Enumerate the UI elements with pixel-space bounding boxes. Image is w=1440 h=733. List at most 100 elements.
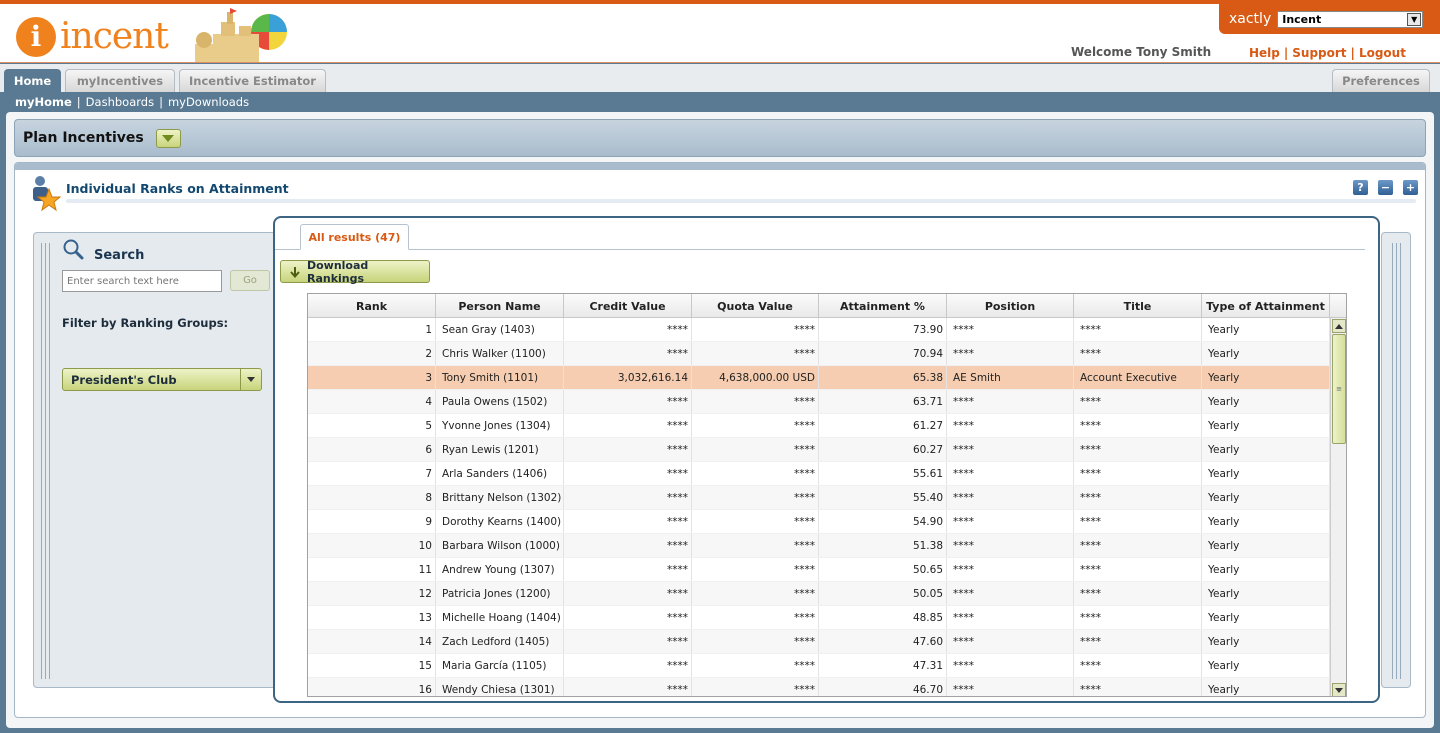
incent-logo[interactable]: i incent — [16, 16, 169, 57]
cell-rank: 16 — [308, 678, 436, 696]
cell-attainment-type: Yearly — [1202, 462, 1330, 485]
column-header-attainment[interactable]: Attainment % — [819, 294, 947, 318]
cell-position: **** — [947, 414, 1074, 437]
subnav-dashboards[interactable]: Dashboards — [86, 95, 154, 109]
table-row[interactable]: 5 Yvonne Jones (1304) **** **** 61.27 **** ***… — [308, 414, 1330, 438]
vertical-scrollbar[interactable]: ≡ — [1330, 318, 1346, 696]
tab-myincentives[interactable]: myIncentives — [65, 69, 175, 92]
table-row[interactable]: 11 Andrew Young (1307) **** **** 50.65 **** **… — [308, 558, 1330, 582]
search-icon — [63, 239, 84, 260]
column-header-quota-value[interactable]: Quota Value — [692, 294, 819, 318]
cell-position: **** — [947, 654, 1074, 677]
table-row[interactable]: 6 Ryan Lewis (1201) **** **** 60.27 **** **** Y… — [308, 438, 1330, 462]
cell-rank: 14 — [308, 630, 436, 653]
cell-person-name: Sean Gray (1403) — [436, 318, 564, 341]
cell-attainment: 70.94 — [819, 342, 947, 365]
cell-quota-value: **** — [692, 534, 819, 557]
person-star-icon — [33, 176, 61, 212]
table-row[interactable]: 16 Wendy Chiesa (1301) **** **** 46.70 **** **… — [308, 678, 1330, 696]
cell-credit-value: 3,032,616.14 — [564, 366, 692, 389]
cell-attainment: 55.40 — [819, 486, 947, 509]
cell-attainment-type: Yearly — [1202, 582, 1330, 605]
cell-position: **** — [947, 582, 1074, 605]
column-header-attainment-type[interactable]: Type of Attainment — [1202, 294, 1330, 318]
cell-quota-value: **** — [692, 342, 819, 365]
tab-all-results[interactable]: All results (47) — [300, 224, 409, 250]
app-selector[interactable]: Incent ▼ — [1277, 10, 1424, 28]
cell-person-name: Barbara Wilson (1000) — [436, 534, 564, 557]
header-links: Help | Support | Logout — [1249, 46, 1406, 60]
maximize-icon[interactable]: + — [1403, 180, 1418, 195]
chevron-down-icon[interactable]: ▼ — [1407, 12, 1422, 26]
help-icon[interactable]: ? — [1353, 180, 1368, 195]
scroll-down-icon[interactable] — [1332, 683, 1346, 696]
cell-quota-value: 4,638,000.00 USD — [692, 366, 819, 389]
app-selector-value: Incent — [1282, 12, 1322, 26]
cell-quota-value: **** — [692, 558, 819, 581]
column-header-title[interactable]: Title — [1074, 294, 1202, 318]
tab-preferences[interactable]: Preferences — [1332, 69, 1430, 92]
cell-attainment-type: Yearly — [1202, 534, 1330, 557]
tab-baseline — [275, 249, 1365, 250]
cell-credit-value: **** — [564, 486, 692, 509]
cell-attainment: 65.38 — [819, 366, 947, 389]
subnav-mydownloads[interactable]: myDownloads — [168, 95, 249, 109]
tab-home[interactable]: Home — [4, 69, 61, 92]
cell-title: **** — [1074, 678, 1202, 696]
rankings-table: Rank Person Name Credit Value Quota Value At… — [307, 293, 1347, 697]
plan-title: Plan Incentives — [23, 130, 144, 146]
table-row[interactable]: 13 Michelle Hoang (1404) **** **** 48.85 ****… — [308, 606, 1330, 630]
cell-credit-value: **** — [564, 510, 692, 533]
cell-quota-value: **** — [692, 582, 819, 605]
table-row[interactable]: 7 Arla Sanders (1406) **** **** 55.61 **** ***… — [308, 462, 1330, 486]
tab-incentive-estimator[interactable]: Incentive Estimator — [179, 69, 326, 92]
go-button[interactable]: Go — [230, 270, 270, 291]
cell-attainment: 51.38 — [819, 534, 947, 557]
ranks-portlet: Individual Ranks on Attainment ? − + Sea… — [14, 162, 1426, 718]
cell-credit-value: **** — [564, 654, 692, 677]
cell-rank: 1 — [308, 318, 436, 341]
cell-person-name: Tony Smith (1101) — [436, 366, 564, 389]
table-row[interactable]: 15 Maria García (1105) **** **** 47.31 **** **… — [308, 654, 1330, 678]
cell-quota-value: **** — [692, 510, 819, 533]
table-row[interactable]: 1 Sean Gray (1403) **** **** 73.90 **** **** Ye… — [308, 318, 1330, 342]
column-header-rank[interactable]: Rank — [308, 294, 436, 318]
help-link[interactable]: Help — [1249, 46, 1280, 60]
table-row[interactable]: 10 Barbara Wilson (1000) **** **** 51.38 ****… — [308, 534, 1330, 558]
table-row[interactable]: 2 Chris Walker (1100) **** **** 70.94 **** ***… — [308, 342, 1330, 366]
cell-attainment: 55.61 — [819, 462, 947, 485]
ranking-group-select[interactable]: President's Club — [62, 368, 262, 391]
cell-rank: 12 — [308, 582, 436, 605]
table-row[interactable]: 12 Patricia Jones (1200) **** **** 50.05 ****… — [308, 582, 1330, 606]
welcome-text: Welcome Tony Smith — [1071, 45, 1212, 59]
cell-credit-value: **** — [564, 630, 692, 653]
table-row[interactable]: 3 Tony Smith (1101) 3,032,616.14 4,638,000.… — [308, 366, 1330, 390]
minimize-icon[interactable]: − — [1378, 180, 1393, 195]
cell-rank: 3 — [308, 366, 436, 389]
cell-quota-value: **** — [692, 414, 819, 437]
cell-attainment: 47.31 — [819, 654, 947, 677]
table-row[interactable]: 9 Dorothy Kearns (1400) **** **** 54.90 **** *… — [308, 510, 1330, 534]
table-row[interactable]: 14 Zach Ledford (1405) **** **** 47.60 **** **… — [308, 630, 1330, 654]
right-rail-panel — [1381, 232, 1411, 688]
search-input[interactable] — [62, 270, 222, 292]
plan-dropdown-button[interactable] — [155, 128, 181, 148]
column-header-person-name[interactable]: Person Name — [436, 294, 564, 318]
column-header-position[interactable]: Position — [947, 294, 1074, 318]
cell-position: **** — [947, 390, 1074, 413]
download-rankings-button[interactable]: Download Rankings — [280, 259, 430, 285]
table-row[interactable]: 4 Paula Owens (1502) **** **** 63.71 **** ****… — [308, 390, 1330, 414]
scroll-thumb[interactable]: ≡ — [1332, 334, 1346, 444]
ranking-group-value: President's Club — [71, 372, 177, 387]
logout-link[interactable]: Logout — [1359, 46, 1406, 60]
table-row[interactable]: 8 Brittany Nelson (1302) **** **** 55.40 ****… — [308, 486, 1330, 510]
column-header-credit-value[interactable]: Credit Value — [564, 294, 692, 318]
cell-attainment: 61.27 — [819, 414, 947, 437]
cell-attainment-type: Yearly — [1202, 558, 1330, 581]
subnav-myhome[interactable]: myHome — [15, 95, 72, 109]
chevron-down-icon[interactable] — [240, 369, 261, 390]
support-link[interactable]: Support — [1292, 46, 1346, 60]
scroll-up-icon[interactable] — [1332, 319, 1346, 333]
cell-attainment-type: Yearly — [1202, 486, 1330, 509]
cell-position: **** — [947, 510, 1074, 533]
